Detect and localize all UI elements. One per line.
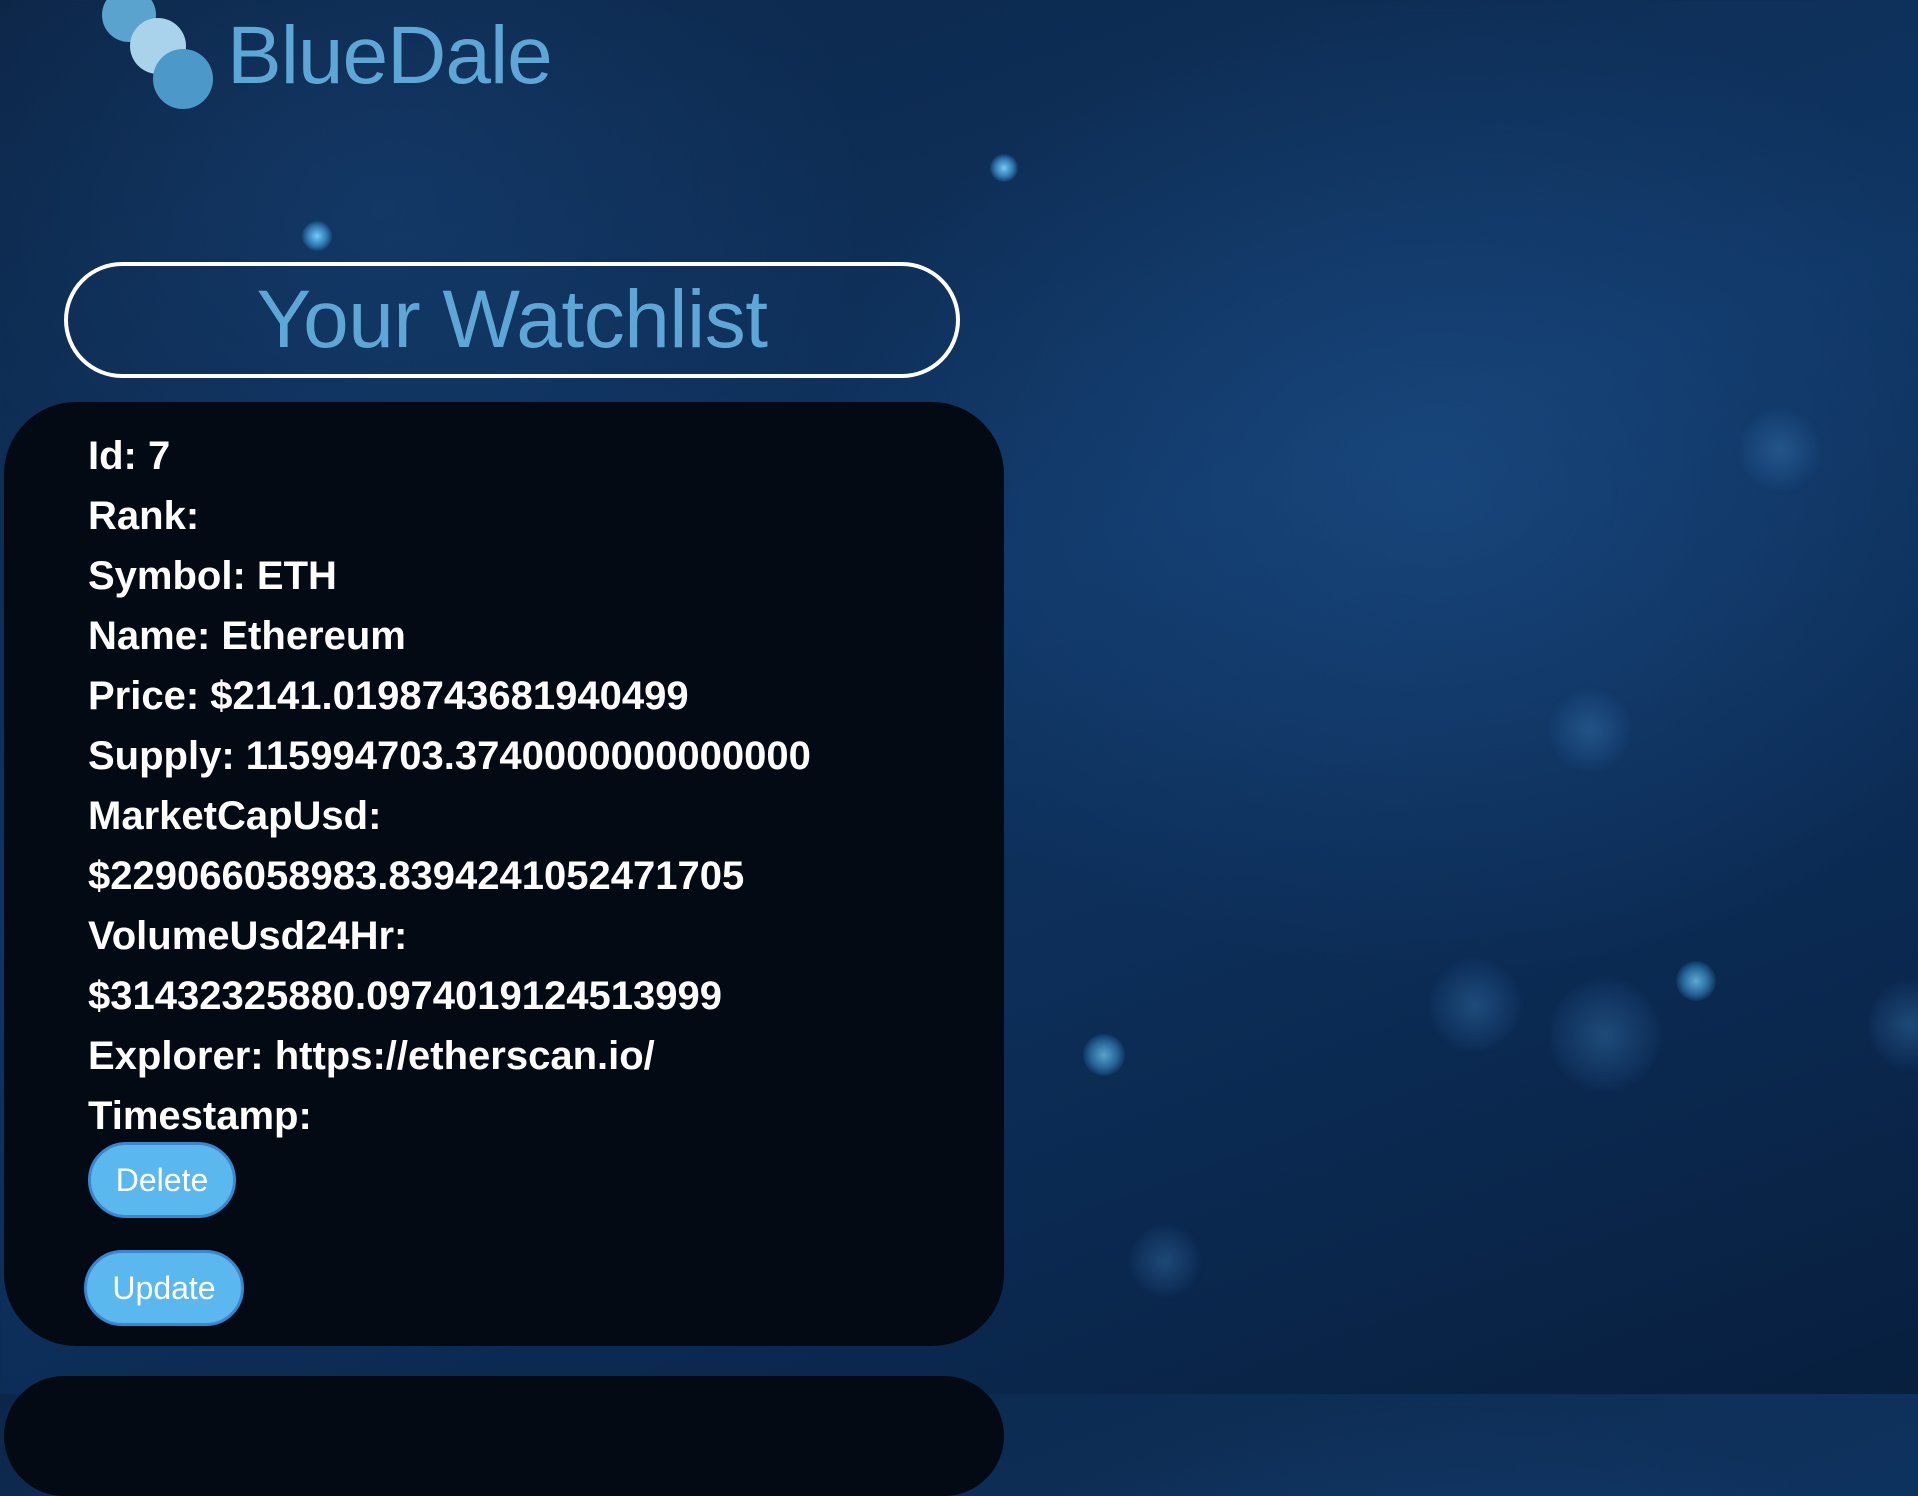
field-timestamp: Timestamp: [88, 1094, 312, 1138]
bokeh-dot [302, 221, 332, 251]
bokeh-blob [1430, 960, 1520, 1050]
bokeh-dot [1676, 961, 1716, 1001]
bokeh-blob [1740, 410, 1820, 490]
watchlist-card: Id: 7 Rank: Symbol: ETH Name: Ethereum P… [4, 402, 1004, 1346]
watchlist-card-next [4, 1376, 1004, 1496]
bokeh-blob [1130, 1226, 1200, 1296]
delete-button[interactable]: Delete [88, 1142, 236, 1218]
brand-logo[interactable]: BlueDale [100, 0, 553, 112]
field-rank: Rank: [88, 494, 200, 538]
field-id: Id: 7 [88, 434, 171, 478]
field-volume-value: $31432325880.0974019124513999 [88, 974, 723, 1018]
bokeh-blob [1870, 980, 1918, 1070]
field-supply: Supply: 115994703.3740000000000000 [88, 734, 811, 778]
bokeh-blob [1550, 980, 1660, 1090]
bokeh-dot [1083, 1034, 1125, 1076]
card-details: Id: 7 Rank: Symbol: ETH Name: Ethereum P… [88, 426, 811, 1146]
field-marketcap-value: $229066058983.8394241052471705 [88, 854, 745, 898]
update-button[interactable]: Update [84, 1250, 244, 1326]
field-marketcap-label: MarketCapUsd: [88, 794, 382, 838]
watchlist-title-banner: Your Watchlist [64, 262, 960, 378]
field-name: Name: Ethereum [88, 614, 406, 658]
brand-name: BlueDale [227, 10, 553, 101]
bokeh-dot [990, 154, 1018, 182]
field-volume-label: VolumeUsd24Hr: [88, 914, 408, 958]
logo-circles-icon [100, 0, 215, 112]
field-price: Price: $2141.0198743681940499 [88, 674, 689, 718]
field-symbol: Symbol: ETH [88, 554, 337, 598]
page-title: Your Watchlist [256, 274, 768, 365]
bokeh-blob [1550, 690, 1630, 770]
field-explorer: Explorer: https://etherscan.io/ [88, 1034, 655, 1078]
